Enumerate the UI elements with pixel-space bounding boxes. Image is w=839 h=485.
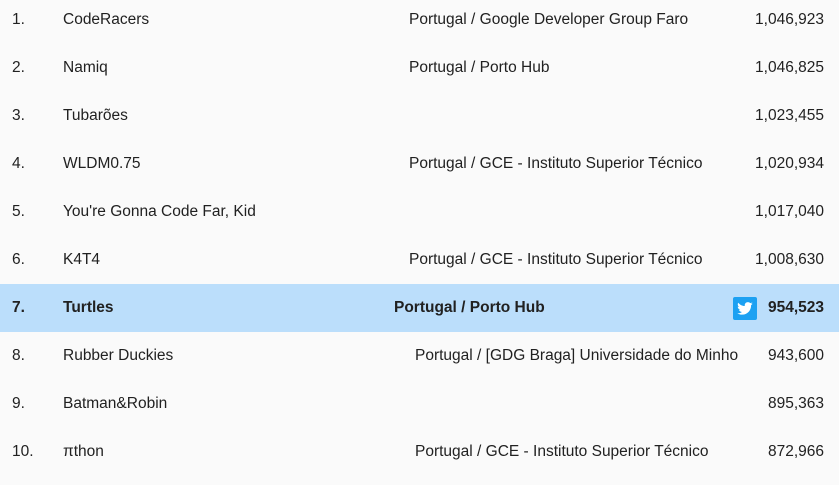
rank: 7.: [12, 299, 25, 316]
leaderboard: 1. CodeRacers Portugal / Google Develope…: [0, 0, 839, 485]
team-name: Rubber Duckies: [63, 347, 174, 364]
score: 1,046,825: [755, 59, 824, 76]
team-name: Turtles: [63, 299, 114, 316]
team-location: Portugal / Porto Hub: [394, 299, 545, 316]
team-location: Portugal / Porto Hub: [409, 59, 550, 76]
rank: 3.: [12, 107, 25, 124]
score: 1,020,934: [755, 155, 824, 172]
score: 1,023,455: [755, 107, 824, 124]
leaderboard-row: 4. WLDM0.75 Portugal / GCE - Instituto S…: [0, 140, 839, 188]
rank: 2.: [12, 59, 25, 76]
leaderboard-row-current-team: 7. Turtles Portugal / Porto Hub 954,523: [0, 284, 839, 332]
team-location: Portugal / GCE - Instituto Superior Técn…: [415, 443, 709, 460]
rank: 9.: [12, 395, 25, 412]
team-name: WLDM0.75: [63, 155, 141, 172]
team-location: Portugal / [GDG Braga] Universidade do M…: [415, 347, 739, 364]
score: 954,523: [767, 299, 824, 316]
team-name: Batman&Robin: [63, 395, 168, 412]
score: 872,966: [767, 443, 824, 460]
team-name: K4T4: [63, 251, 101, 268]
team-name: πthon: [63, 443, 104, 460]
leaderboard-row: 2. Namiq Portugal / Porto Hub 1,046,825: [0, 44, 839, 92]
team-location: Portugal / Google Developer Group Faro: [409, 11, 689, 28]
leaderboard-row: 3. Tubarões 1,023,455: [0, 92, 839, 140]
score: 1,017,040: [755, 203, 824, 220]
team-location: Portugal / GCE - Instituto Superior Técn…: [409, 251, 703, 268]
leaderboard-row: 1. CodeRacers Portugal / Google Develope…: [0, 0, 839, 44]
score: 1,046,923: [755, 11, 824, 28]
team-name: Namiq: [63, 59, 108, 76]
score: 1,008,630: [755, 251, 824, 268]
team-name: You're Gonna Code Far, Kid: [63, 203, 256, 220]
rank: 5.: [12, 203, 25, 220]
leaderboard-row: 10. πthon Portugal / GCE - Instituto Sup…: [0, 428, 839, 476]
rank: 4.: [12, 155, 25, 172]
twitter-share-button[interactable]: [733, 297, 757, 320]
rank: 8.: [12, 347, 25, 364]
score: 895,363: [767, 395, 824, 412]
leaderboard-row: 5. You're Gonna Code Far, Kid 1,017,040: [0, 188, 839, 236]
score: 943,600: [767, 347, 824, 364]
twitter-icon: [737, 302, 753, 315]
team-location: Portugal / GCE - Instituto Superior Técn…: [409, 155, 703, 172]
rank: 10.: [12, 443, 34, 460]
rank: 6.: [12, 251, 25, 268]
leaderboard-row: 8. Rubber Duckies Portugal / [GDG Braga]…: [0, 332, 839, 380]
leaderboard-row: 9. Batman&Robin 895,363: [0, 380, 839, 428]
team-name: Tubarões: [63, 107, 128, 124]
rank: 1.: [12, 11, 25, 28]
leaderboard-row: 6. K4T4 Portugal / GCE - Instituto Super…: [0, 236, 839, 284]
team-name: CodeRacers: [63, 11, 150, 28]
